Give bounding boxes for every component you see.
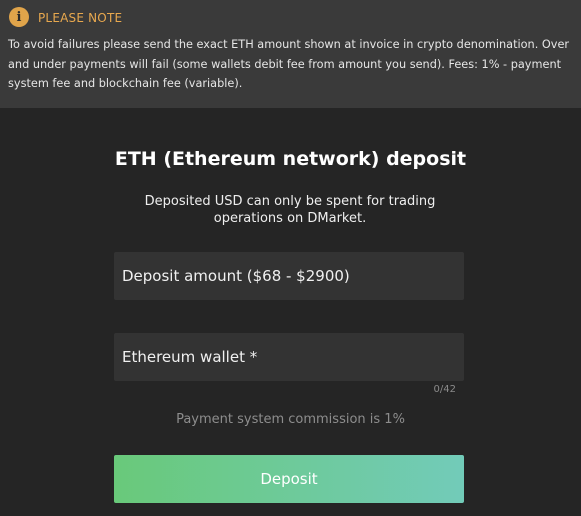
page-title: ETH (Ethereum network) deposit <box>114 148 467 170</box>
deposit-amount-field[interactable] <box>114 252 464 300</box>
notice-text: To avoid failures please send the exact … <box>8 38 570 90</box>
notice-banner: i PLEASE NOTE To avoid failures please s… <box>0 0 581 108</box>
notice-title: PLEASE NOTE <box>38 11 123 25</box>
commission-text: Payment system commission is 1% <box>176 412 405 427</box>
deposit-button[interactable]: Deposit <box>114 455 464 503</box>
page-subtitle: Deposited USD can only be spent for trad… <box>144 194 436 226</box>
ethereum-wallet-field[interactable] <box>114 333 464 381</box>
wallet-character-counter: 0/42 <box>433 384 456 395</box>
deposit-amount-input[interactable] <box>114 252 464 300</box>
info-icon: i <box>9 7 29 27</box>
ethereum-wallet-input[interactable] <box>114 333 464 381</box>
